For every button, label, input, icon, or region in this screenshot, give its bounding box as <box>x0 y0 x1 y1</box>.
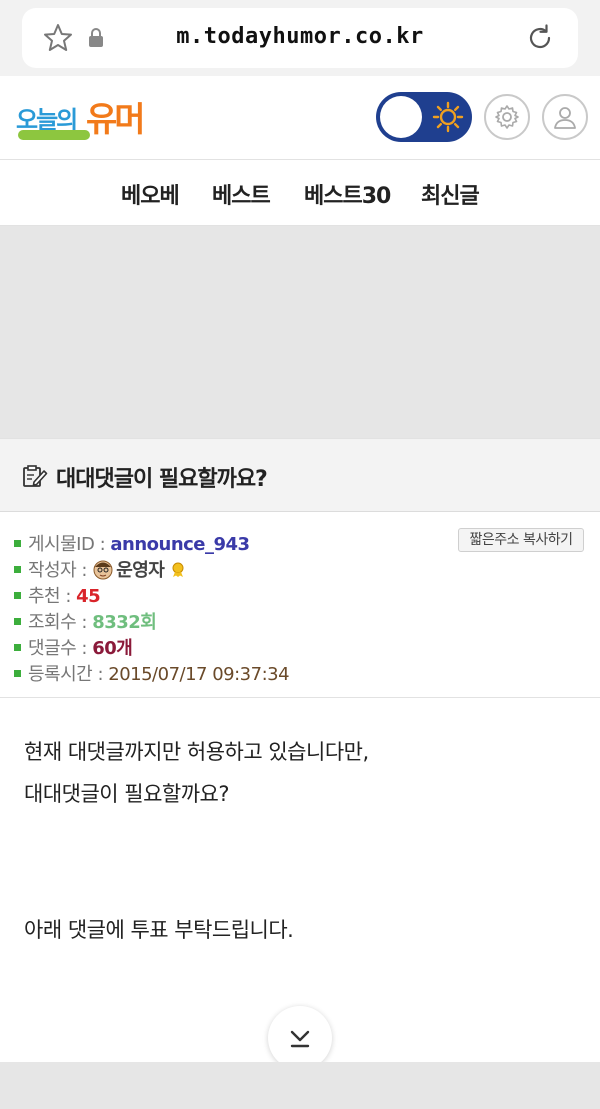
main-nav: 베오베 베스트 베스트30 최신글 <box>0 160 600 226</box>
nav-item-latest[interactable]: 최신글 <box>421 178 480 210</box>
nav-item-beobe[interactable]: 베오베 <box>121 178 180 210</box>
address-bar[interactable]: m.todayhumor.co.kr <box>22 8 578 68</box>
info-label-author: 작성자 : <box>28 560 93 581</box>
bottom-gray-band <box>0 1062 600 1109</box>
post-title-bar: 대대댓글이 필요할까요? <box>0 438 600 512</box>
star-icon[interactable] <box>42 22 74 54</box>
lock-icon <box>89 28 103 47</box>
bullet-marker <box>14 669 21 677</box>
user-icon <box>554 107 576 129</box>
bullet-marker <box>14 565 21 573</box>
bullet-marker <box>14 591 21 599</box>
settings-button[interactable] <box>484 94 530 140</box>
body-line-3: 아래 댓글에 투표 부탁드립니다. <box>24 918 294 942</box>
body-line-2: 대대댓글이 필요할까요? <box>24 782 230 806</box>
info-label-id: 게시물ID : <box>28 534 111 555</box>
bullet-marker <box>14 643 21 651</box>
comment-count: 60개 <box>92 638 133 659</box>
sun-icon <box>432 101 464 133</box>
info-row-author: 작성자 : 운영자 <box>14 556 186 582</box>
post-body: 현재 대댓글까지만 허용하고 있습니다만, 대대댓글이 필요할까요? 아래 댓글… <box>0 698 600 1070</box>
toggle-knob <box>380 96 422 138</box>
logo-text-part2: 유머 <box>86 100 146 140</box>
info-row-date: 등록시간 : 2015/07/17 09:37:34 <box>14 660 290 686</box>
gear-icon <box>495 105 519 129</box>
ad-placeholder <box>0 226 600 438</box>
recommend-count: 45 <box>76 586 101 607</box>
nav-item-best30[interactable]: 베스트30 <box>304 178 391 210</box>
memo-edit-icon <box>23 465 48 487</box>
info-label-date: 등록시간 : <box>28 664 109 685</box>
bullet-marker <box>14 617 21 625</box>
url-text[interactable]: m.todayhumor.co.kr <box>142 24 458 49</box>
nav-item-best[interactable]: 베스트 <box>212 178 271 210</box>
info-row-comments: 댓글수 : 60개 <box>14 634 133 660</box>
info-label-views: 조회수 : <box>28 612 93 633</box>
award-ribbon-icon <box>172 562 184 577</box>
theme-toggle[interactable] <box>376 92 472 142</box>
author-name[interactable]: 운영자 <box>116 560 165 581</box>
site-logo[interactable]: 오늘의 유머 <box>16 90 166 146</box>
post-title: 대대댓글이 필요할까요? <box>56 467 268 492</box>
body-line-1: 현재 대댓글까지만 허용하고 있습니다만, <box>24 740 369 764</box>
reload-icon[interactable] <box>524 22 556 54</box>
browser-toolbar: m.todayhumor.co.kr <box>0 0 600 76</box>
view-count: 8332회 <box>92 612 157 633</box>
scroll-down-button[interactable] <box>268 1006 332 1070</box>
post-id-value: announce_943 <box>110 534 250 555</box>
info-row-views: 조회수 : 8332회 <box>14 608 157 634</box>
site-header: 오늘의 유머 <box>0 76 600 160</box>
info-row-recommend: 추천 : 45 <box>14 582 101 608</box>
chevron-down-icon <box>290 1030 310 1048</box>
account-button[interactable] <box>542 94 588 140</box>
admin-avatar-icon <box>93 560 113 580</box>
info-label-comments: 댓글수 : <box>28 638 93 659</box>
info-label-recommend: 추천 : <box>28 586 77 607</box>
copy-short-url-button[interactable]: 짧은주소 복사하기 <box>458 528 584 552</box>
info-row-id: 게시물ID : announce_943 <box>14 530 250 556</box>
post-info: 게시물ID : announce_943 짧은주소 복사하기 작성자 : 운영자… <box>0 512 600 698</box>
post-date: 2015/07/17 09:37:34 <box>108 664 290 685</box>
logo-swoosh <box>18 130 90 140</box>
bullet-marker <box>14 539 21 547</box>
